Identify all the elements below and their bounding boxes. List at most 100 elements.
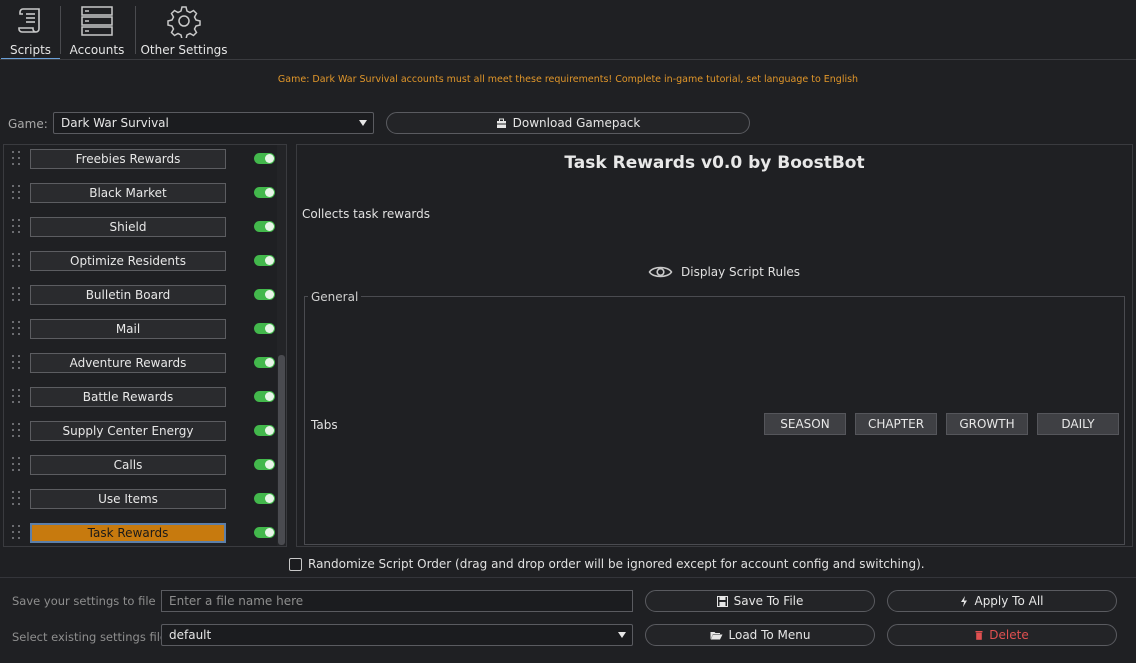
script-enabled-toggle[interactable] (254, 527, 275, 538)
gear-icon (167, 6, 201, 38)
load-to-menu-label: Load To Menu (728, 628, 811, 642)
script-enabled-toggle[interactable] (254, 153, 275, 164)
game-select[interactable]: Dark War Survival (53, 112, 374, 134)
drag-handle-icon[interactable] (12, 321, 22, 341)
tab-scripts[interactable]: Scripts (1, 0, 60, 60)
script-button[interactable]: Shield (30, 217, 226, 237)
script-row[interactable]: Bulletin Board (4, 283, 280, 311)
trash-icon (975, 631, 983, 640)
settings-filename-input[interactable]: Enter a file name here (161, 590, 633, 612)
script-row[interactable]: Shield (4, 215, 280, 243)
drag-handle-icon[interactable] (12, 423, 22, 443)
script-button[interactable]: Calls (30, 455, 226, 475)
game-label: Game: (8, 117, 48, 131)
script-row[interactable]: Supply Center Energy (4, 419, 280, 447)
tab-other-settings-label: Other Settings (140, 43, 228, 57)
tab-option-daily[interactable]: DAILY (1037, 413, 1119, 435)
tab-option-growth[interactable]: GROWTH (946, 413, 1028, 435)
script-row[interactable]: Calls (4, 453, 280, 481)
save-settings-label: Save your settings to file (12, 594, 156, 608)
package-icon (496, 118, 506, 128)
tab-accounts[interactable]: Accounts (66, 0, 128, 60)
download-gamepack-button[interactable]: Download Gamepack (386, 112, 750, 134)
toolbar-divider (60, 6, 61, 54)
tab-other-settings[interactable]: Other Settings (140, 0, 228, 60)
game-select-value: Dark War Survival (61, 116, 169, 130)
general-group-title: General (308, 290, 362, 304)
eye-icon (648, 266, 673, 278)
script-button[interactable]: Mail (30, 319, 226, 339)
script-button[interactable]: Use Items (30, 489, 226, 509)
script-button[interactable]: Supply Center Energy (30, 421, 226, 441)
script-button[interactable]: Task Rewards (30, 523, 226, 543)
script-enabled-toggle[interactable] (254, 221, 275, 232)
game-requirements-notice: Game: Dark War Survival accounts must al… (277, 74, 859, 85)
tabs-setting-label: Tabs (311, 418, 338, 432)
script-enabled-toggle[interactable] (254, 187, 275, 198)
script-button[interactable]: Black Market (30, 183, 226, 203)
script-row[interactable]: Adventure Rewards (4, 351, 280, 379)
script-row[interactable]: Use Items (4, 487, 280, 515)
script-list[interactable]: Freebies Rewards Black Market Shield Optimi… (3, 144, 287, 547)
apply-to-all-label: Apply To All (974, 594, 1044, 608)
script-enabled-toggle[interactable] (254, 323, 275, 334)
delete-label: Delete (989, 628, 1029, 642)
script-row[interactable]: Optimize Residents (4, 249, 280, 277)
tab-option-season[interactable]: SEASON (764, 413, 846, 435)
display-script-rules-label: Display Script Rules (681, 265, 801, 279)
script-description: Collects task rewards (302, 207, 431, 221)
display-script-rules-button[interactable]: Display Script Rules (648, 263, 800, 281)
script-button[interactable]: Optimize Residents (30, 251, 226, 271)
drag-handle-icon[interactable] (12, 287, 22, 307)
script-enabled-toggle[interactable] (254, 459, 275, 470)
script-row[interactable]: Task Rewards (4, 521, 280, 546)
script-enabled-toggle[interactable] (254, 289, 275, 300)
script-title: Task Rewards v0.0 by BoostBot (564, 153, 865, 173)
randomize-order-label: Randomize Script Order (drag and drop or… (308, 557, 925, 571)
settings-filename-placeholder: Enter a file name here (169, 594, 304, 608)
script-row[interactable]: Battle Rewards (4, 385, 280, 413)
drag-handle-icon[interactable] (12, 457, 22, 477)
download-gamepack-label: Download Gamepack (512, 116, 641, 130)
apply-to-all-button[interactable]: Apply To All (887, 590, 1117, 612)
folder-open-icon (710, 632, 722, 640)
settings-file-select[interactable]: default (161, 624, 633, 646)
settings-file-select-value: default (169, 628, 212, 642)
script-row[interactable]: Mail (4, 317, 280, 345)
drag-handle-icon[interactable] (12, 491, 22, 511)
tab-option-chapter[interactable]: CHAPTER (855, 413, 937, 435)
drag-handle-icon[interactable] (12, 389, 22, 409)
script-enabled-toggle[interactable] (254, 391, 275, 402)
randomize-order-checkbox[interactable] (289, 557, 302, 571)
drag-handle-icon[interactable] (12, 151, 22, 171)
save-to-file-button[interactable]: Save To File (645, 590, 875, 612)
tab-scripts-label: Scripts (9, 43, 52, 57)
lightning-icon (961, 595, 968, 607)
load-to-menu-button[interactable]: Load To Menu (645, 624, 875, 646)
server-icon (81, 6, 113, 36)
toolbar-divider (135, 6, 136, 54)
drag-handle-icon[interactable] (12, 219, 22, 239)
tab-accounts-label: Accounts (69, 43, 125, 57)
drag-handle-icon[interactable] (12, 525, 22, 545)
script-enabled-toggle[interactable] (254, 255, 275, 266)
drag-handle-icon[interactable] (12, 355, 22, 375)
scroll-icon (17, 8, 40, 33)
randomize-order-option[interactable]: Randomize Script Order (drag and drop or… (289, 557, 925, 571)
script-button[interactable]: Adventure Rewards (30, 353, 226, 373)
script-enabled-toggle[interactable] (254, 357, 275, 368)
script-enabled-toggle[interactable] (254, 493, 275, 504)
script-button[interactable]: Battle Rewards (30, 387, 226, 407)
save-to-file-label: Save To File (733, 594, 804, 608)
drag-handle-icon[interactable] (12, 253, 22, 273)
script-list-scroll-thumb[interactable] (278, 355, 285, 545)
script-row[interactable]: Freebies Rewards (4, 147, 280, 175)
toolbar-divider-line (0, 59, 1136, 60)
script-button[interactable]: Bulletin Board (30, 285, 226, 305)
script-row[interactable]: Black Market (4, 181, 280, 209)
top-toolbar: Scripts Accounts Other Settings (0, 0, 1136, 60)
script-enabled-toggle[interactable] (254, 425, 275, 436)
delete-button[interactable]: Delete (887, 624, 1117, 646)
drag-handle-icon[interactable] (12, 185, 22, 205)
script-button[interactable]: Freebies Rewards (30, 149, 226, 169)
